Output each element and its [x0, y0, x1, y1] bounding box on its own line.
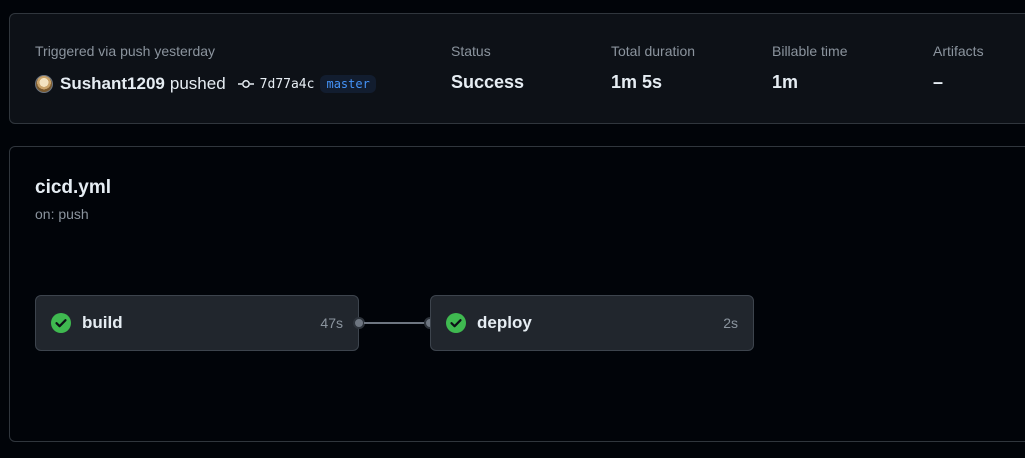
job-name: build [82, 313, 123, 332]
billable-time-label: Billable time [772, 43, 848, 59]
status-label: Status [451, 43, 491, 59]
total-duration-value: 1m 5s [611, 72, 663, 92]
check-circle-icon [446, 313, 466, 333]
job-build[interactable]: build 47s [35, 295, 359, 351]
status-value: Success [451, 72, 525, 92]
job-deploy[interactable]: deploy 2s [430, 295, 754, 351]
trigger-label: Triggered via push yesterday [35, 43, 216, 59]
artifacts-value: – [933, 72, 944, 92]
job-duration: 2s [723, 315, 738, 331]
job-name: deploy [477, 313, 532, 332]
billable-time-value: 1m [772, 72, 799, 92]
check-circle-icon [51, 313, 71, 333]
commit-sha-link[interactable]: 7d77a4c [260, 77, 315, 92]
workflow-file-title[interactable]: cicd.yml [35, 177, 111, 199]
job-duration: 47s [320, 315, 343, 331]
workflow-graph-panel: cicd.yml on: push build 47s deploy 2s [9, 146, 1025, 442]
total-duration-label: Total duration [611, 43, 696, 59]
trigger-row: Sushant1209 pushed 7d77a4c master [35, 72, 376, 96]
avatar[interactable] [35, 75, 53, 93]
actor-link[interactable]: Sushant1209 [60, 74, 165, 94]
job-dependency-line [364, 322, 426, 324]
git-commit-icon [237, 76, 254, 92]
artifacts-label: Artifacts [933, 43, 984, 59]
push-action-text: pushed [169, 74, 226, 93]
branch-badge[interactable]: master [320, 75, 376, 93]
workflow-trigger: on: push [35, 206, 89, 222]
run-summary-panel: Triggered via push yesterday Sushant1209… [9, 13, 1025, 124]
